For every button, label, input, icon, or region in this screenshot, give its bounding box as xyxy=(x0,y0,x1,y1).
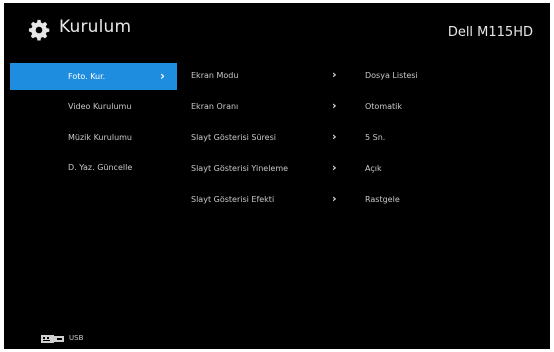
projector-osd-screen: Kurulum Dell M115HD Foto. Kur. › Video K… xyxy=(4,3,550,349)
setting-name: Slayt Gösterisi Efekti xyxy=(191,195,275,204)
setting-value: 5 Sn. xyxy=(365,133,386,142)
setting-name: Ekran Oranı xyxy=(191,102,239,111)
setting-name: Ekran Modu xyxy=(191,71,239,80)
setting-row-aspect-ratio[interactable]: Ekran Oranı › Otomatik xyxy=(4,96,550,116)
setting-row-display-mode[interactable]: Ekran Modu › Dosya Listesi xyxy=(4,65,550,85)
chevron-right-icon: › xyxy=(332,99,337,112)
page-title: Kurulum xyxy=(59,17,132,37)
gear-icon xyxy=(28,19,50,41)
chevron-right-icon: › xyxy=(332,161,337,174)
chevron-right-icon: › xyxy=(332,130,337,143)
setting-value: Dosya Listesi xyxy=(365,71,418,80)
header: Kurulum Dell M115HD xyxy=(4,3,550,61)
setting-row-slideshow-duration[interactable]: Slayt Gösterisi Süresi › 5 Sn. xyxy=(4,127,550,147)
setting-name: Slayt Gösterisi Yineleme xyxy=(191,164,289,173)
setting-name: Slayt Gösterisi Süresi xyxy=(191,133,276,142)
setting-value: Açık xyxy=(365,164,382,173)
chevron-right-icon: › xyxy=(332,192,337,205)
device-model-label: Dell M115HD xyxy=(447,25,533,40)
setting-row-slideshow-effect[interactable]: Slayt Gösterisi Efekti › Rastgele xyxy=(4,189,550,209)
setting-value: Rastgele xyxy=(365,195,400,204)
usb-icon xyxy=(41,335,64,343)
setting-row-slideshow-repeat[interactable]: Slayt Gösterisi Yineleme › Açık xyxy=(4,158,550,178)
chevron-right-icon: › xyxy=(332,68,337,81)
setting-value: Otomatik xyxy=(365,102,403,111)
source-label: USB xyxy=(69,334,84,342)
